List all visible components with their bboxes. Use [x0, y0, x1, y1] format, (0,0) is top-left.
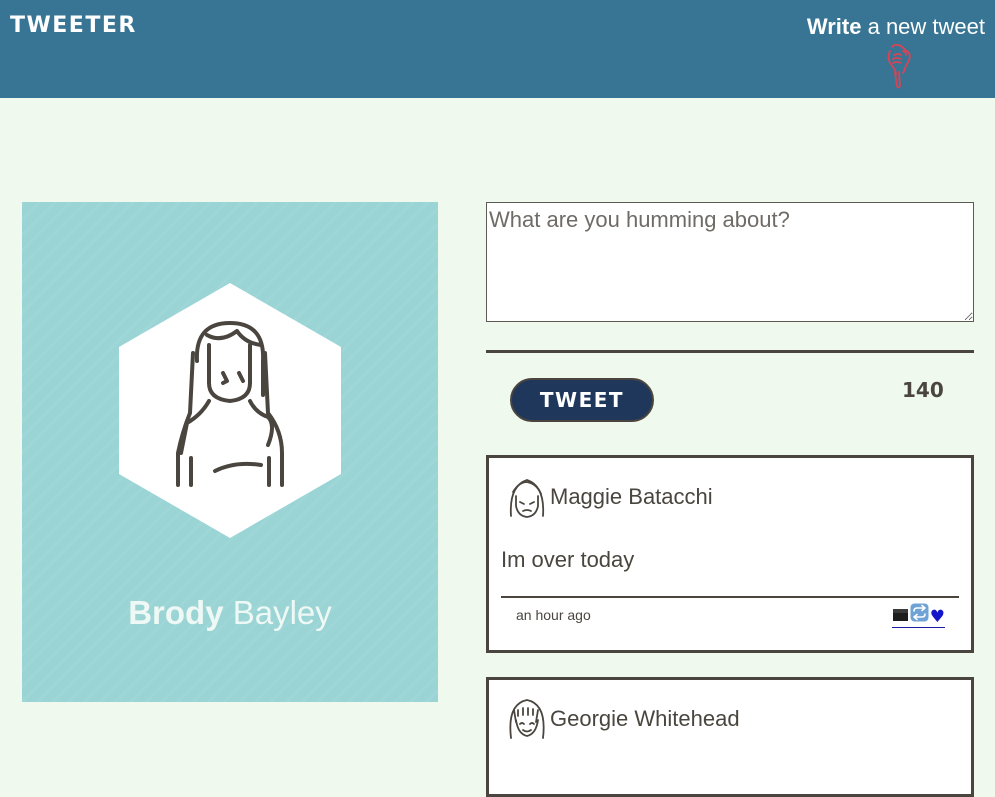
character-counter: 140	[902, 378, 944, 402]
tweet-timestamp: an hour ago	[516, 607, 591, 623]
profile-card: Brody Bayley	[22, 202, 438, 702]
user-avatar-icon	[509, 479, 545, 518]
tweet-button[interactable]: TWEET	[510, 378, 654, 422]
composer-divider	[486, 350, 974, 353]
profile-first-name: Brody	[128, 594, 224, 631]
person-avatar-icon	[119, 283, 341, 538]
tweet-card: Georgie Whitehead	[486, 677, 974, 797]
write-new-tweet-link[interactable]: Write a new tweet	[807, 14, 985, 40]
retweet-icon[interactable]	[909, 603, 930, 626]
tweet-divider	[501, 596, 959, 598]
heart-icon[interactable]: ♥	[930, 609, 945, 626]
user-avatar-icon	[509, 699, 545, 739]
tweet-textarea[interactable]	[486, 202, 974, 322]
pointing-hand-down-icon[interactable]	[882, 43, 914, 93]
tweet-actions: ♥	[891, 603, 945, 628]
tweet-card: Maggie Batacchi Im over today an hour ag…	[486, 455, 974, 653]
brand-logo[interactable]: TWEETER	[10, 13, 137, 38]
tweet-author: Maggie Batacchi	[550, 484, 713, 509]
compose-rest-text: a new tweet	[861, 14, 985, 39]
profile-last-name: Bayley	[223, 594, 332, 631]
compose-bold-text: Write	[806, 14, 862, 39]
profile-name: Brody Bayley	[22, 594, 438, 632]
flag-icon[interactable]	[892, 607, 909, 626]
top-nav: TWEETER Write a new tweet	[0, 0, 995, 98]
tweet-text: Im over today	[501, 547, 635, 572]
tweet-author: Georgie Whitehead	[550, 706, 740, 731]
